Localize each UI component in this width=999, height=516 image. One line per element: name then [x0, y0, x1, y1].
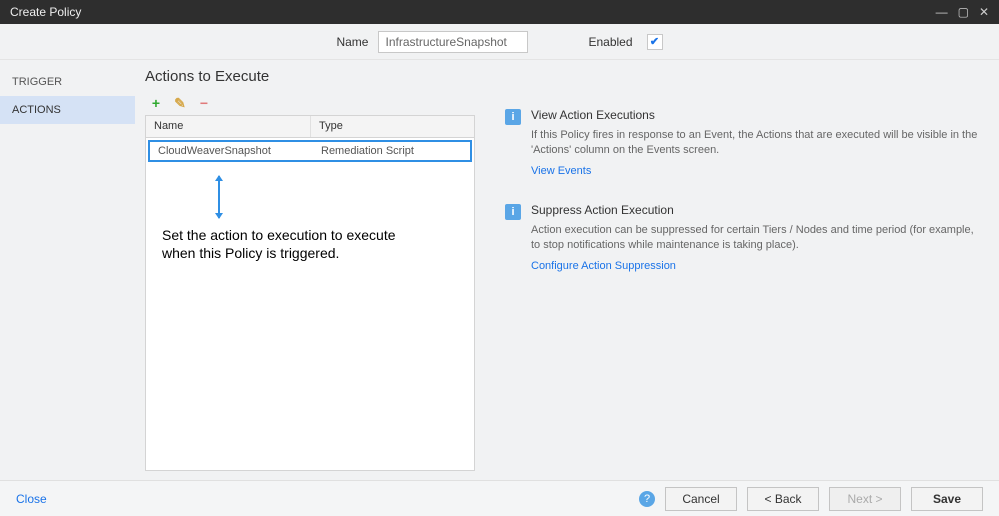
info-title: Suppress Action Execution	[531, 203, 979, 217]
info-icon: i	[505, 204, 521, 220]
actions-title: Actions to Execute	[145, 68, 475, 85]
grid-header: Name Type	[146, 116, 474, 138]
configure-suppression-link[interactable]: Configure Action Suppression	[531, 260, 979, 272]
info-block-suppress: i Suppress Action Execution Action execu…	[505, 203, 979, 272]
info-column: i View Action Executions If this Policy …	[505, 68, 979, 472]
sidebar-item-actions[interactable]: ACTIONS	[0, 96, 135, 124]
close-link[interactable]: Close	[16, 492, 47, 506]
callout-arrow-icon	[218, 176, 220, 218]
sidebar-item-trigger[interactable]: TRIGGER	[0, 68, 135, 96]
enabled-checkbox[interactable]: ✔	[647, 34, 663, 50]
info-block-executions: i View Action Executions If this Policy …	[505, 108, 979, 177]
name-label: Name	[336, 35, 368, 49]
footer: Close ? Cancel < Back Next > Save	[0, 480, 999, 516]
col-header-type[interactable]: Type	[311, 116, 474, 137]
sidebar: TRIGGER ACTIONS	[0, 60, 135, 480]
maximize-icon[interactable]: ▢	[958, 5, 969, 19]
row-type: Remediation Script	[313, 142, 470, 160]
window-title: Create Policy	[10, 5, 81, 19]
help-icon[interactable]: ?	[639, 491, 655, 507]
titlebar: Create Policy — ▢ ✕	[0, 0, 999, 24]
remove-action-button[interactable]: −	[193, 93, 215, 113]
header-row: Name Enabled ✔	[0, 24, 999, 60]
callout-text: Set the action to execution to execute w…	[162, 226, 422, 262]
policy-name-input[interactable]	[378, 31, 528, 53]
back-button[interactable]: < Back	[747, 487, 819, 511]
cancel-button[interactable]: Cancel	[665, 487, 737, 511]
add-action-button[interactable]: +	[145, 93, 167, 113]
actions-toolbar: + ✎ −	[145, 93, 475, 113]
actions-grid: Name Type CloudWeaverSnapshot Remediatio…	[145, 115, 475, 471]
body: TRIGGER ACTIONS Actions to Execute + ✎ −…	[0, 60, 999, 480]
enabled-label: Enabled	[588, 35, 632, 49]
minimize-icon[interactable]: —	[936, 5, 948, 19]
table-row[interactable]: CloudWeaverSnapshot Remediation Script	[148, 140, 472, 162]
save-button[interactable]: Save	[911, 487, 983, 511]
actions-panel: Actions to Execute + ✎ − Name Type Cloud…	[145, 68, 475, 472]
close-icon[interactable]: ✕	[979, 5, 989, 19]
main-area: Actions to Execute + ✎ − Name Type Cloud…	[135, 60, 999, 480]
next-button[interactable]: Next >	[829, 487, 901, 511]
info-icon: i	[505, 109, 521, 125]
info-desc: If this Policy fires in response to an E…	[531, 128, 979, 159]
edit-action-button[interactable]: ✎	[169, 93, 191, 113]
window-controls: — ▢ ✕	[936, 5, 989, 19]
info-title: View Action Executions	[531, 108, 979, 122]
row-name: CloudWeaverSnapshot	[150, 142, 313, 160]
col-header-name[interactable]: Name	[146, 116, 311, 137]
info-desc: Action execution can be suppressed for c…	[531, 223, 979, 254]
callout: Set the action to execution to execute w…	[162, 176, 422, 262]
view-events-link[interactable]: View Events	[531, 165, 979, 177]
